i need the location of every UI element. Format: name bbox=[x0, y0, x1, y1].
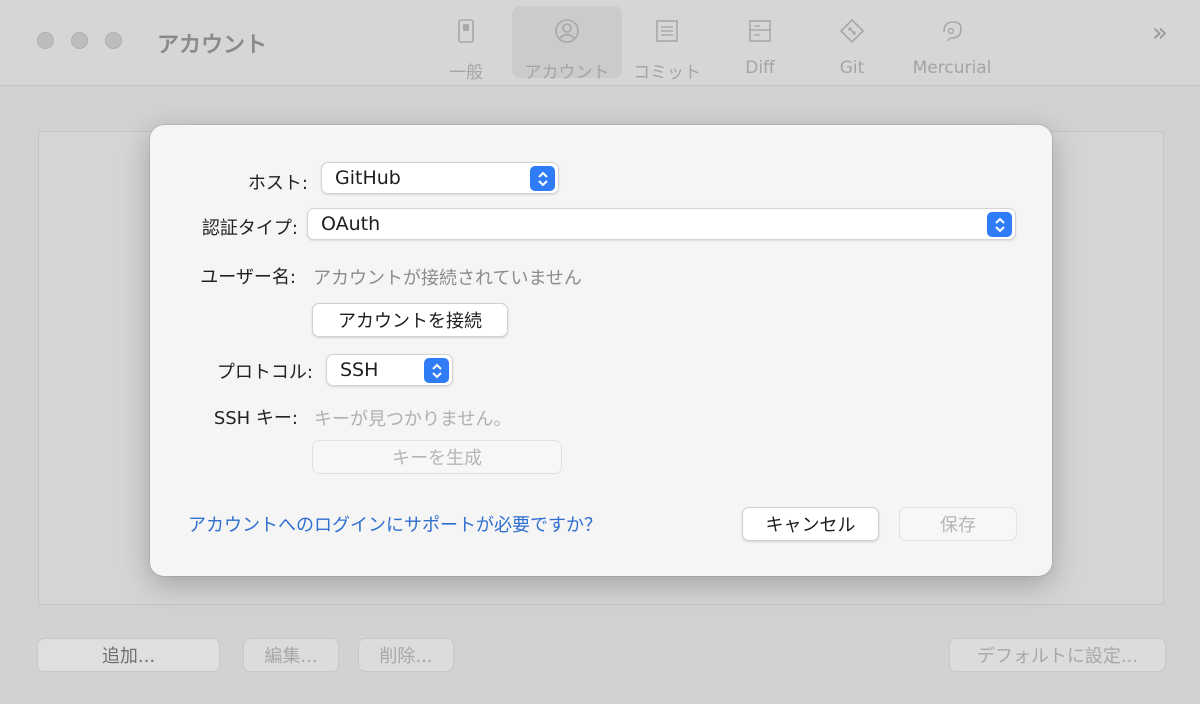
diff-icon bbox=[749, 20, 771, 42]
switch-icon bbox=[458, 19, 474, 43]
set-default-button[interactable]: デフォルトに設定... bbox=[949, 638, 1166, 672]
window-title: アカウント bbox=[157, 33, 268, 58]
username-label: ユーザー名: bbox=[200, 267, 296, 288]
auth-type-label: 認証タイプ: bbox=[201, 218, 298, 239]
document-lines-icon bbox=[656, 20, 678, 42]
host-popup[interactable]: GitHub bbox=[321, 162, 559, 194]
popup-stepper-icon bbox=[424, 358, 449, 383]
tab-mercurial[interactable]: Mercurial bbox=[896, 6, 1008, 78]
tab-label: 一般 bbox=[449, 63, 483, 83]
tab-label: Git bbox=[839, 58, 865, 78]
add-account-button[interactable]: 追加... bbox=[37, 638, 220, 672]
zoom-window-button[interactable] bbox=[105, 32, 122, 49]
username-status: アカウントが接続されていません bbox=[313, 268, 582, 289]
protocol-value: SSH bbox=[340, 359, 379, 381]
cancel-button[interactable]: キャンセル bbox=[742, 507, 879, 541]
minimize-window-button[interactable] bbox=[71, 32, 88, 49]
connect-account-button[interactable]: アカウントを接続 bbox=[312, 303, 508, 337]
ssh-key-label: SSH キー: bbox=[213, 408, 298, 429]
tab-label: Mercurial bbox=[912, 58, 992, 78]
tab-git[interactable]: Git bbox=[797, 6, 907, 78]
git-diamond-icon bbox=[839, 18, 865, 44]
login-help-link[interactable]: アカウントへのログインにサポートが必要ですか？ bbox=[188, 511, 602, 537]
popup-stepper-icon bbox=[530, 166, 555, 191]
popup-stepper-icon bbox=[987, 212, 1012, 237]
tab-general[interactable]: 一般 bbox=[411, 6, 521, 83]
tab-label: アカウント bbox=[524, 63, 610, 83]
toolbar-overflow-chevron-icon[interactable]: » bbox=[1152, 18, 1168, 48]
edit-account-button[interactable]: 編集... bbox=[243, 638, 339, 672]
tab-account[interactable]: アカウント bbox=[512, 6, 622, 83]
save-button[interactable]: 保存 bbox=[899, 507, 1017, 541]
generate-key-button[interactable]: キーを生成 bbox=[312, 440, 562, 474]
ssh-key-status: キーが見つかりません。 bbox=[314, 409, 512, 430]
delete-account-button[interactable]: 削除... bbox=[358, 638, 454, 672]
titlebar: アカウント 一般 アカウント コミット Diff Git Mercurial » bbox=[0, 0, 1200, 86]
auth-type-value: OAuth bbox=[321, 213, 381, 235]
host-value: GitHub bbox=[335, 167, 401, 189]
protocol-label: プロトコル: bbox=[216, 362, 313, 383]
protocol-popup[interactable]: SSH bbox=[326, 354, 453, 386]
mercurial-icon bbox=[943, 21, 962, 42]
person-circle-icon bbox=[555, 19, 579, 43]
auth-type-popup[interactable]: OAuth bbox=[307, 208, 1016, 240]
close-window-button[interactable] bbox=[37, 32, 54, 49]
host-label: ホスト: bbox=[247, 173, 308, 194]
